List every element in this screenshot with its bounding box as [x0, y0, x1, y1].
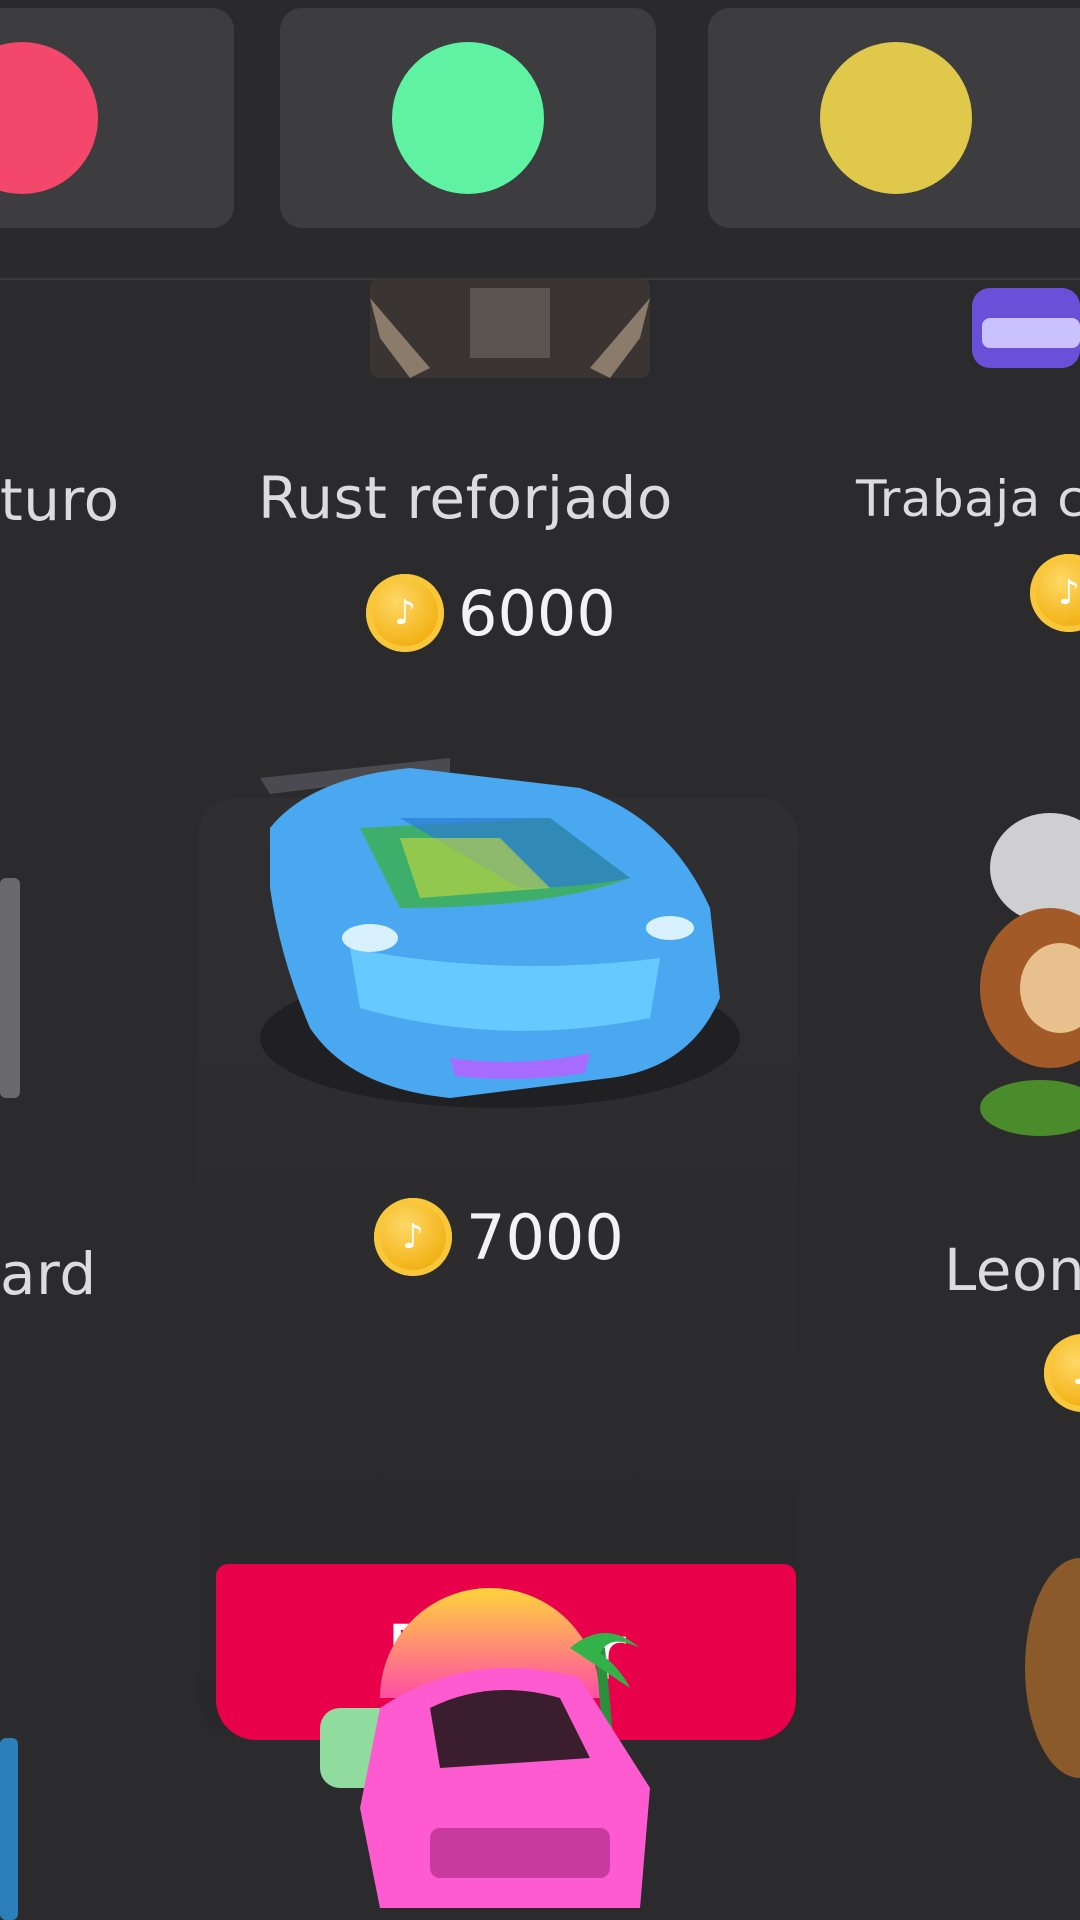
gift-name-rust-reforjado: Rust reforjado	[258, 464, 673, 532]
gift-name-right-partial-2: Leon	[944, 1236, 1080, 1304]
price-value: 7000	[466, 1200, 624, 1274]
green-dot-icon	[392, 42, 544, 194]
gift-price-rust-reforjado: ♪ 6000	[366, 574, 616, 652]
coin-icon: ♪	[1030, 554, 1080, 632]
coin-icon: ♪	[1044, 1334, 1080, 1412]
swatch-red[interactable]	[0, 8, 234, 228]
lion-and-cat-thumbnail	[980, 813, 1080, 1136]
right-gift-thumbnail-partial-3	[1025, 1558, 1080, 1778]
left-gift-thumbnail-partial	[0, 878, 20, 1098]
color-filter-bar	[0, 0, 1080, 280]
coin-icon: ♪	[374, 1198, 452, 1276]
car-thumbnail-partial	[972, 288, 1080, 368]
swatch-green[interactable]	[280, 8, 656, 228]
gift-name-left-partial-2: ard	[0, 1240, 97, 1308]
swatch-yellow[interactable]	[708, 8, 1080, 228]
gift-name-left-partial: turo	[0, 466, 120, 534]
price-value: 6000	[458, 576, 616, 650]
gift-name-right-partial: Trabaja c	[856, 470, 1080, 528]
rust-reforjado-thumbnail	[370, 278, 650, 378]
coin-icon: ♪	[366, 574, 444, 652]
selected-gift-price: ♪ 7000	[374, 1198, 624, 1276]
pink-car-sunset-thumbnail	[320, 1588, 650, 1908]
yellow-dot-icon	[820, 42, 972, 194]
left-gift-thumbnail-partial-2	[0, 1738, 18, 1920]
blue-supercar-image	[260, 758, 740, 1108]
red-dot-icon	[0, 42, 98, 194]
gift-grid: turo Rust reforjado Trabaja c ♪ 6000 ♪ E…	[0, 278, 1080, 1920]
